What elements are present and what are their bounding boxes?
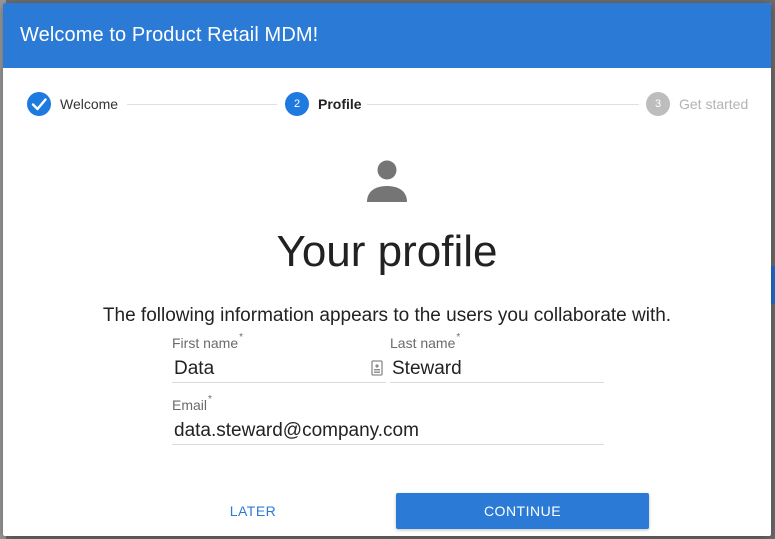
step-welcome-label: Welcome	[60, 96, 119, 112]
step-profile[interactable]: 2 Profile	[285, 92, 362, 116]
step-welcome[interactable]: Welcome	[27, 92, 118, 116]
last-name-label: Last name*	[390, 332, 461, 351]
last-name-input[interactable]	[390, 357, 604, 381]
email-field: Email*	[172, 394, 604, 445]
stepper-line-1	[127, 104, 277, 105]
email-input[interactable]	[172, 419, 604, 443]
page-subtitle: The following information appears to the…	[102, 305, 672, 326]
check-icon	[31, 98, 47, 111]
first-name-box	[172, 357, 386, 383]
welcome-dialog: Welcome to Product Retail MDM! Welcome 2…	[3, 3, 771, 536]
step-profile-label: Profile	[318, 96, 362, 112]
email-box	[172, 419, 604, 445]
step-welcome-circle	[27, 92, 51, 116]
contact-card-icon[interactable]	[371, 360, 383, 381]
step-get-started-label: Get started	[679, 96, 749, 112]
step-profile-circle: 2	[285, 92, 309, 116]
step-get-started[interactable]: 3 Get started	[646, 92, 748, 116]
email-label: Email*	[172, 394, 212, 413]
last-name-box	[390, 357, 604, 383]
stepper-line-2	[367, 104, 639, 105]
backdrop-accent	[771, 266, 775, 304]
dialog-title: Welcome to Product Retail MDM!	[3, 3, 771, 68]
stepper: Welcome 2 Profile 3 Get started	[3, 68, 771, 140]
first-name-field: First name*	[172, 332, 386, 383]
page-title: Your profile	[276, 227, 498, 276]
continue-button[interactable]: CONTINUE	[396, 493, 649, 529]
step-get-started-circle: 3	[646, 92, 670, 116]
person-icon	[363, 158, 411, 206]
first-name-input[interactable]	[172, 357, 386, 381]
later-button[interactable]: LATER	[203, 493, 303, 529]
last-name-field: Last name*	[390, 332, 604, 383]
first-name-label: First name*	[172, 332, 244, 351]
